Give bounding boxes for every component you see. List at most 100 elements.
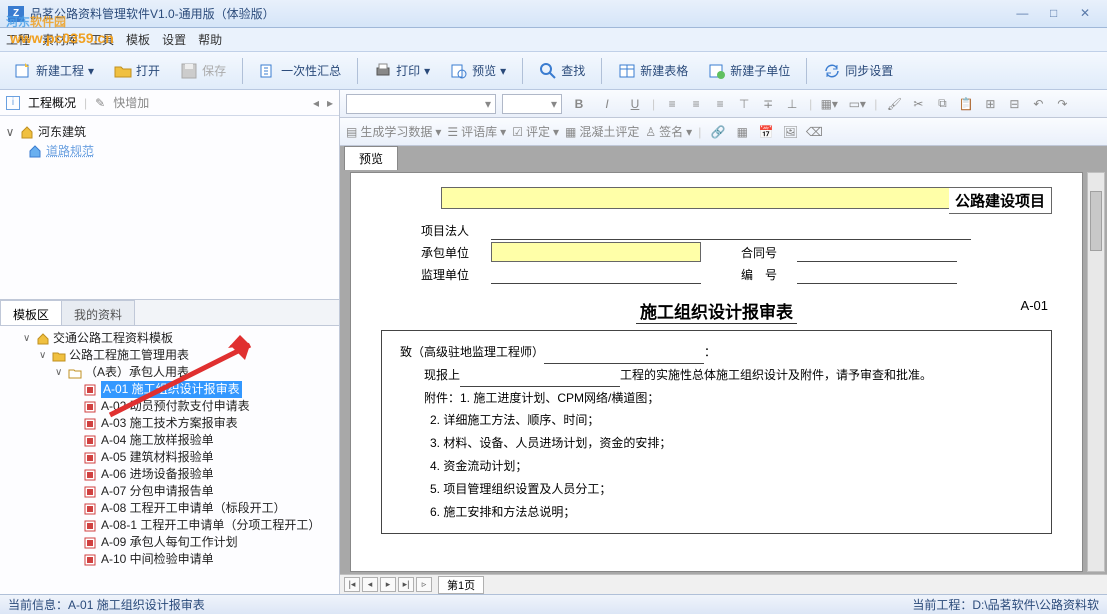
vertical-scrollbar[interactable]: [1087, 172, 1105, 572]
menu-settings[interactable]: 设置: [162, 31, 186, 48]
project-suffix: 公路建设项目: [949, 187, 1052, 214]
menubar: 工程 素材库 工具 模板 设置 帮助: [0, 28, 1107, 52]
clear-icon[interactable]: ⌫: [803, 122, 825, 142]
nav-new-icon[interactable]: ▹: [416, 577, 432, 592]
template-tree[interactable]: ∨交通公路工程资料模板∨公路工程施工管理用表∨（A表）承包人用表A-01 施工组…: [0, 326, 339, 594]
align-left-button[interactable]: ≡: [661, 94, 683, 114]
tree-item-label: 公路工程施工管理用表: [69, 347, 189, 364]
tree-node-child[interactable]: 道路规范: [4, 141, 335, 160]
preview-tab[interactable]: 预览: [344, 146, 398, 170]
maximize-button[interactable]: □: [1040, 6, 1068, 22]
concrete-button[interactable]: ▦混凝土评定: [565, 123, 639, 140]
panel-prev-icon[interactable]: ◂: [313, 96, 319, 110]
tree-item[interactable]: A-07 分包申请报告单: [2, 483, 337, 500]
expand-icon[interactable]: ∨: [39, 347, 49, 364]
tree-item[interactable]: A-09 承包人每旬工作计划: [2, 534, 337, 551]
tree-item[interactable]: A-06 进场设备报验单: [2, 466, 337, 483]
tree-item[interactable]: A-08 工程开工申请单（标段开工）: [2, 500, 337, 517]
contract-no-field[interactable]: [797, 242, 957, 262]
tab-templates[interactable]: 模板区: [0, 300, 62, 325]
cut-icon[interactable]: ✂: [907, 94, 929, 114]
menu-tools[interactable]: 工具: [90, 31, 114, 48]
summary-button[interactable]: 一次性汇总: [251, 58, 349, 84]
image-icon[interactable]: 🖼: [779, 122, 801, 142]
tree-item[interactable]: A-05 建筑材料报验单: [2, 449, 337, 466]
engineer-field[interactable]: [544, 348, 704, 364]
expand-icon[interactable]: ∨: [23, 330, 33, 347]
table-icon[interactable]: ▦: [731, 122, 753, 142]
expand-icon[interactable]: ∨: [55, 364, 65, 381]
insert-row-icon[interactable]: ⊞: [979, 94, 1001, 114]
project-name-field[interactable]: [441, 187, 949, 209]
nav-first-icon[interactable]: |◂: [344, 577, 360, 592]
font-selector[interactable]: ▾: [346, 94, 496, 114]
menu-materials[interactable]: 素材库: [42, 31, 78, 48]
sync-button[interactable]: 同步设置: [815, 58, 901, 84]
panel-next-icon[interactable]: ▸: [327, 96, 333, 110]
overview-header: i 工程概况 | ✎ 快增加 ◂ ▸: [0, 90, 339, 116]
underline-button[interactable]: U: [624, 94, 646, 114]
tree-item[interactable]: A-01 施工组织设计报审表: [2, 381, 337, 398]
rating-button[interactable]: ☑评定 ▾: [512, 123, 559, 140]
calendar-icon[interactable]: 📅: [755, 122, 777, 142]
tree-item[interactable]: ∨ 公路工程施工管理用表: [2, 347, 337, 364]
page-tab[interactable]: 第1页: [438, 576, 484, 594]
redo-icon[interactable]: ↷: [1051, 94, 1073, 114]
menu-templates[interactable]: 模板: [126, 31, 150, 48]
valign-top-button[interactable]: ⊤: [733, 94, 755, 114]
open-button[interactable]: 打开: [106, 58, 168, 84]
bold-button[interactable]: B: [568, 94, 590, 114]
serial-no-field[interactable]: [797, 264, 957, 284]
menu-project[interactable]: 工程: [6, 31, 30, 48]
new-table-button[interactable]: 新建表格: [610, 58, 696, 84]
menu-help[interactable]: 帮助: [198, 31, 222, 48]
document-page: 公路建设项目 项目法人 承包单位合同号 监理单位编 号 施工组织设计报审表 A-…: [350, 172, 1083, 572]
border-button[interactable]: ▦▾: [818, 94, 840, 114]
tree-item[interactable]: ∨交通公路工程资料模板: [2, 330, 337, 347]
tree-item[interactable]: A-02 动员预付款支付申请表: [2, 398, 337, 415]
align-right-button[interactable]: ≡: [709, 94, 731, 114]
align-center-button[interactable]: ≡: [685, 94, 707, 114]
comment-lib-button[interactable]: ☰评语库 ▾: [447, 123, 506, 140]
overview-label[interactable]: 工程概况: [28, 94, 76, 111]
brush-icon[interactable]: 🖌: [883, 94, 905, 114]
tree-item[interactable]: A-08-1 工程开工申请单（分项工程开工）: [2, 517, 337, 534]
tree-item[interactable]: A-03 施工技术方案报审表: [2, 415, 337, 432]
preview-button[interactable]: 预览▾: [442, 58, 514, 84]
gen-data-button[interactable]: ▤生成学习数据 ▾: [346, 123, 441, 140]
scrollbar-thumb[interactable]: [1090, 191, 1102, 251]
save-button[interactable]: 保存: [172, 58, 234, 84]
sign-button[interactable]: ♙签名 ▾: [645, 123, 692, 140]
italic-button[interactable]: I: [596, 94, 618, 114]
font-size-selector[interactable]: ▾: [502, 94, 562, 114]
tree-item[interactable]: ∨（A表）承包人用表: [2, 364, 337, 381]
nav-prev-icon[interactable]: ◂: [362, 577, 378, 592]
close-button[interactable]: ✕: [1071, 6, 1099, 22]
new-project-button[interactable]: 新建工程▾: [6, 58, 102, 84]
print-button[interactable]: 打印▾: [366, 58, 438, 84]
paste-icon[interactable]: 📋: [955, 94, 977, 114]
project-tree[interactable]: ∨ 河东建筑 道路规范: [0, 116, 339, 299]
tree-item[interactable]: A-04 施工放样报验单: [2, 432, 337, 449]
tree-item[interactable]: A-10 中间检验申请单: [2, 551, 337, 568]
new-unit-button[interactable]: 新建子单位: [700, 58, 798, 84]
nav-last-icon[interactable]: ▸|: [398, 577, 414, 592]
project-field[interactable]: [460, 371, 620, 387]
quick-add-button[interactable]: 快增加: [113, 94, 149, 111]
merge-button[interactable]: ▭▾: [846, 94, 868, 114]
copy-icon[interactable]: ⧉: [931, 94, 953, 114]
expand-icon[interactable]: ∨: [4, 125, 16, 139]
owner-field[interactable]: [491, 220, 971, 240]
supervisor-field[interactable]: [491, 264, 701, 284]
delete-row-icon[interactable]: ⊟: [1003, 94, 1025, 114]
valign-mid-button[interactable]: ∓: [757, 94, 779, 114]
link-icon[interactable]: 🔗: [707, 122, 729, 142]
contractor-field[interactable]: [491, 242, 701, 262]
search-button[interactable]: 查找: [531, 58, 593, 84]
minimize-button[interactable]: —: [1008, 6, 1036, 22]
tab-my-data[interactable]: 我的资料: [61, 300, 135, 325]
undo-icon[interactable]: ↶: [1027, 94, 1049, 114]
valign-bot-button[interactable]: ⊥: [781, 94, 803, 114]
nav-next-icon[interactable]: ▸: [380, 577, 396, 592]
tree-node-root[interactable]: ∨ 河东建筑: [4, 122, 335, 141]
